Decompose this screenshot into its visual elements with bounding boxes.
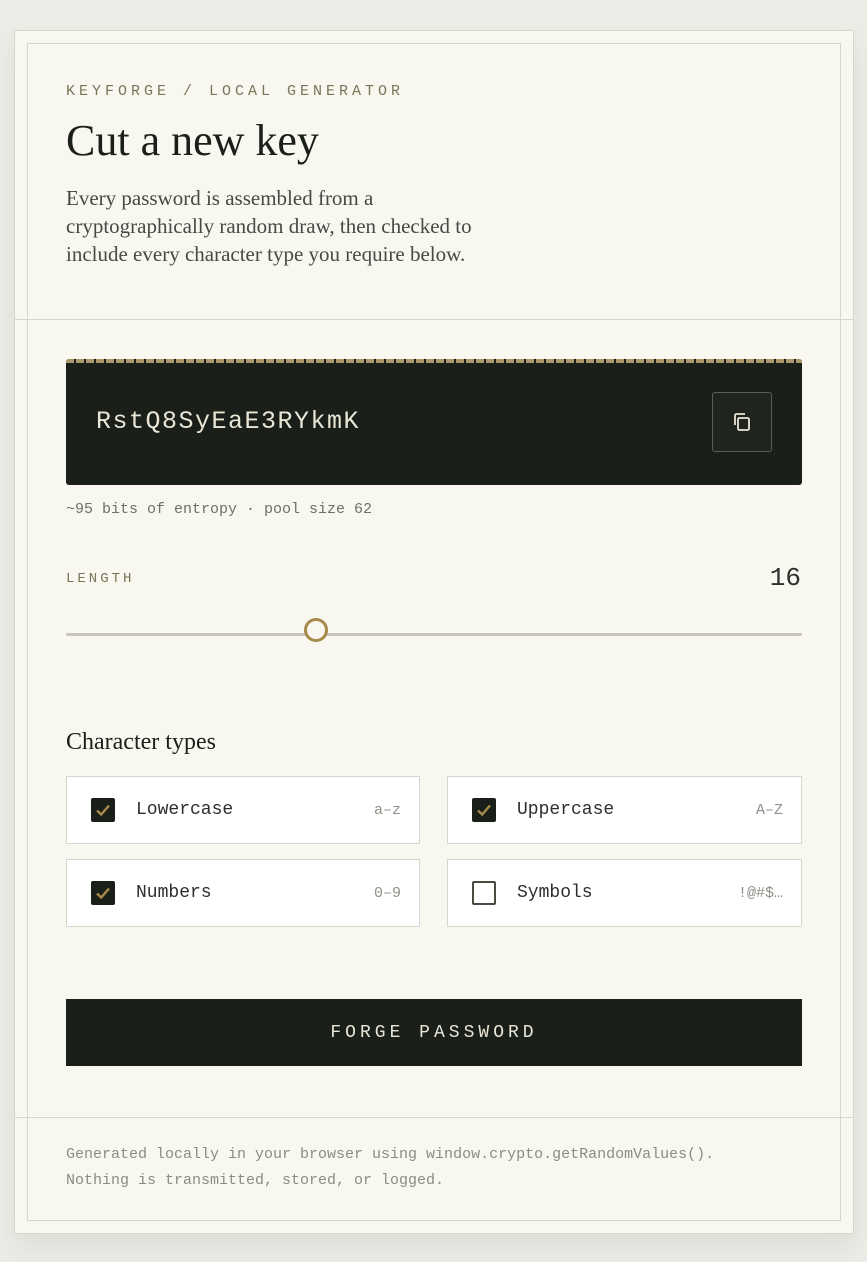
- type-option-uppercase[interactable]: Uppercase A–Z: [447, 776, 802, 844]
- type-hint: !@#$…: [737, 884, 783, 902]
- length-slider[interactable]: [66, 615, 802, 645]
- decorative-stripe: [66, 359, 802, 363]
- header: KEYFORGE / LOCAL GENERATOR Cut a new key…: [66, 83, 526, 268]
- slider-track[interactable]: [66, 633, 802, 636]
- length-value: 16: [769, 563, 801, 593]
- copy-button[interactable]: [712, 392, 772, 452]
- password-display: RstQ8SyEaE3RYkmK: [66, 359, 802, 485]
- password-value[interactable]: RstQ8SyEaE3RYkmK: [96, 407, 360, 436]
- type-hint: A–Z: [755, 801, 783, 819]
- numbers-checkbox[interactable]: [91, 881, 115, 905]
- breadcrumb: KEYFORGE / LOCAL GENERATOR: [66, 83, 405, 100]
- forge-password-button[interactable]: FORGE PASSWORD: [66, 999, 802, 1066]
- type-hint: a–z: [373, 801, 401, 819]
- privacy-note-line-1: Generated locally in your browser using …: [66, 1146, 715, 1163]
- type-option-lowercase[interactable]: Lowercase a–z: [66, 776, 420, 844]
- character-types-title: Character types: [66, 729, 216, 755]
- uppercase-checkbox[interactable]: [472, 798, 496, 822]
- page-description: Every password is assembled from a crypt…: [66, 186, 472, 267]
- header-divider: [15, 319, 853, 320]
- type-option-numbers[interactable]: Numbers 0–9: [66, 859, 420, 927]
- checkmark-icon: [96, 887, 110, 900]
- type-hint: 0–9: [373, 884, 401, 902]
- slider-thumb[interactable]: [304, 618, 329, 642]
- type-label: Symbols: [517, 883, 593, 903]
- symbols-checkbox[interactable]: [472, 881, 496, 905]
- privacy-note-line-2: Nothing is transmitted, stored, or logge…: [66, 1172, 445, 1189]
- checkmark-icon: [96, 804, 110, 817]
- length-label: LENGTH: [66, 571, 135, 587]
- generator-card: KEYFORGE / LOCAL GENERATOR Cut a new key…: [14, 30, 854, 1234]
- type-label: Numbers: [136, 883, 212, 903]
- type-label: Uppercase: [517, 800, 615, 820]
- type-label: Lowercase: [136, 800, 234, 820]
- character-types-grid: Lowercase a–z Uppercase A–Z Numbers 0–9 …: [66, 776, 802, 927]
- page-title: Cut a new key: [66, 116, 319, 165]
- copy-icon: [734, 413, 750, 431]
- type-option-symbols[interactable]: Symbols !@#$…: [447, 859, 802, 927]
- lowercase-checkbox[interactable]: [91, 798, 115, 822]
- checkmark-icon: [477, 804, 491, 817]
- privacy-note: Generated locally in your browser using …: [66, 1142, 806, 1194]
- entropy-readout: ~95 bits of entropy · pool size 62: [66, 501, 373, 518]
- footer-divider: [15, 1117, 853, 1118]
